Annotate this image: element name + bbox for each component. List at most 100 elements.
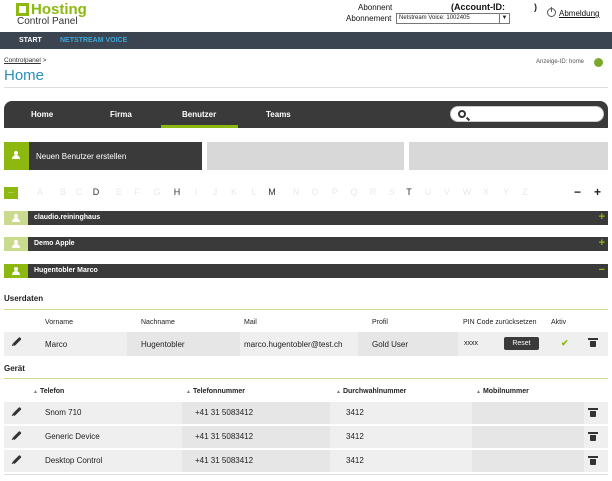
breadcrumb-separator: > xyxy=(42,57,47,64)
letter-r[interactable]: R xyxy=(367,187,379,197)
reset-pin-button[interactable]: Reset xyxy=(504,337,539,350)
column-header-durchwahl[interactable]: ▲ Durchwahlnummer xyxy=(336,388,406,395)
user-icon-box xyxy=(4,237,28,251)
abonnement-select[interactable]: Netstream Voice: 1002405 ▼ xyxy=(396,13,510,24)
user-group-name: Demo Apple xyxy=(34,240,75,247)
letter-t[interactable]: T xyxy=(403,187,415,197)
new-user-label: Neuen Benutzer erstellen xyxy=(36,152,127,161)
device-telefon: Generic Device xyxy=(45,432,100,441)
letter-s[interactable]: S xyxy=(386,187,398,197)
search-input[interactable] xyxy=(450,106,604,122)
abonnent-label: Abonnent xyxy=(358,3,393,12)
user-icon xyxy=(12,151,20,159)
title-divider xyxy=(4,87,608,88)
expand-icon[interactable]: + xyxy=(599,211,605,224)
table-cell xyxy=(472,402,584,424)
trash-icon[interactable] xyxy=(588,408,598,417)
section-title-userdaten: Userdaten xyxy=(4,294,44,303)
letter-w[interactable]: W xyxy=(461,187,473,197)
column-header-mobil[interactable]: ▲ Mobilnummer xyxy=(476,388,529,395)
letter-o[interactable]: O xyxy=(309,187,321,197)
expand-icon[interactable]: + xyxy=(599,237,605,250)
letter-n[interactable]: N xyxy=(290,187,302,197)
user-group-row[interactable]: claudio.reininghaus + xyxy=(4,211,608,225)
letter-f[interactable]: F xyxy=(131,187,143,197)
expand-all-button[interactable]: + xyxy=(594,186,601,198)
search-icon xyxy=(458,110,466,118)
sort-icon: ▲ xyxy=(186,389,191,395)
new-user-icon-box xyxy=(4,142,29,170)
letter-a[interactable]: A xyxy=(34,187,46,197)
tab-benutzer[interactable]: Benutzer xyxy=(182,110,216,119)
new-user-button[interactable]: Neuen Benutzer erstellen xyxy=(4,142,202,170)
trash-icon[interactable] xyxy=(588,456,598,465)
device-telefon: Desktop Control xyxy=(45,456,103,465)
letter-filter: ... A B C D E F G H I J K L M N O P Q R … xyxy=(4,186,608,200)
tab-home[interactable]: Home xyxy=(31,110,53,119)
device-durchwahl: 3412 xyxy=(346,432,364,441)
column-header-nachname: Nachname xyxy=(141,319,175,326)
letter-v[interactable]: V xyxy=(441,187,453,197)
logout-link[interactable]: Abmeldung xyxy=(547,7,600,18)
bottom-divider xyxy=(4,474,608,475)
letter-all[interactable]: ... xyxy=(4,187,18,199)
user-nachname: Hugentobler xyxy=(141,340,185,349)
column-header-telefon[interactable]: ▲ Telefon xyxy=(33,388,64,395)
device-durchwahl: 3412 xyxy=(346,408,364,417)
letter-l[interactable]: L xyxy=(248,187,260,197)
letter-b[interactable]: B xyxy=(57,187,69,197)
refresh-icon[interactable] xyxy=(594,58,603,67)
nav-netstream-voice[interactable]: NETSTREAM VOICE xyxy=(60,37,127,44)
user-mail: marco.hugentobler@test.ch xyxy=(244,340,343,349)
action-placeholder-2 xyxy=(409,142,608,170)
column-header-telefonnummer[interactable]: ▲ Telefonnummer xyxy=(186,388,245,395)
logout-label: Abmeldung xyxy=(559,9,600,18)
user-group-row[interactable]: Hugentobler Marco − xyxy=(4,264,608,278)
logo-icon xyxy=(16,3,29,16)
user-pin: xxxx xyxy=(464,340,478,347)
user-icon-box xyxy=(4,264,28,278)
letter-i[interactable]: I xyxy=(190,187,202,197)
letter-h[interactable]: H xyxy=(171,187,183,197)
letter-m[interactable]: M xyxy=(266,187,278,197)
letter-g[interactable]: G xyxy=(151,187,163,197)
letter-z[interactable]: Z xyxy=(519,187,531,197)
anzeige-id: Anzeige-ID: home xyxy=(536,59,585,65)
user-icon xyxy=(12,214,20,222)
device-telefon: Snom 710 xyxy=(45,408,82,417)
collapse-all-button[interactable]: − xyxy=(574,186,581,198)
user-group-row[interactable]: Demo Apple + xyxy=(4,237,608,251)
breadcrumb-controlpanel[interactable]: Controlpanel xyxy=(4,57,41,64)
trash-icon[interactable] xyxy=(588,432,598,441)
letter-k[interactable]: K xyxy=(228,187,240,197)
device-telefonnummer: +41 31 5083412 xyxy=(195,456,254,465)
tab-teams[interactable]: Teams xyxy=(266,110,291,119)
user-profil: Gold User xyxy=(372,340,409,349)
top-navbar: START NETSTREAM VOICE xyxy=(0,32,612,49)
letter-p[interactable]: P xyxy=(329,187,341,197)
section-divider xyxy=(4,378,608,379)
letter-c[interactable]: C xyxy=(73,187,85,197)
check-icon: ✔ xyxy=(561,338,569,348)
column-header-pin: PIN Code zurücksetzen xyxy=(463,319,537,326)
letter-d[interactable]: D xyxy=(90,187,102,197)
column-header-mail: Mail xyxy=(244,319,257,326)
collapse-icon[interactable]: − xyxy=(599,264,605,277)
tab-bar: Home Firma Benutzer Teams xyxy=(4,101,608,128)
device-telefonnummer: +41 31 5083412 xyxy=(195,408,254,417)
letter-u[interactable]: U xyxy=(422,187,434,197)
chevron-down-icon[interactable]: ▼ xyxy=(499,14,509,23)
letter-y[interactable]: Y xyxy=(500,187,512,197)
letter-j[interactable]: J xyxy=(209,187,221,197)
sort-icon: ▲ xyxy=(336,389,341,395)
letter-x[interactable]: X xyxy=(480,187,492,197)
power-icon xyxy=(547,7,556,17)
logo-subtitle: Control Panel xyxy=(17,16,78,27)
tab-firma[interactable]: Firma xyxy=(110,110,132,119)
user-icon xyxy=(12,240,20,248)
letter-e[interactable]: E xyxy=(113,187,125,197)
nav-start[interactable]: START xyxy=(19,37,42,44)
letter-q[interactable]: Q xyxy=(348,187,360,197)
user-icon-box xyxy=(4,211,28,225)
trash-icon[interactable] xyxy=(588,338,598,347)
